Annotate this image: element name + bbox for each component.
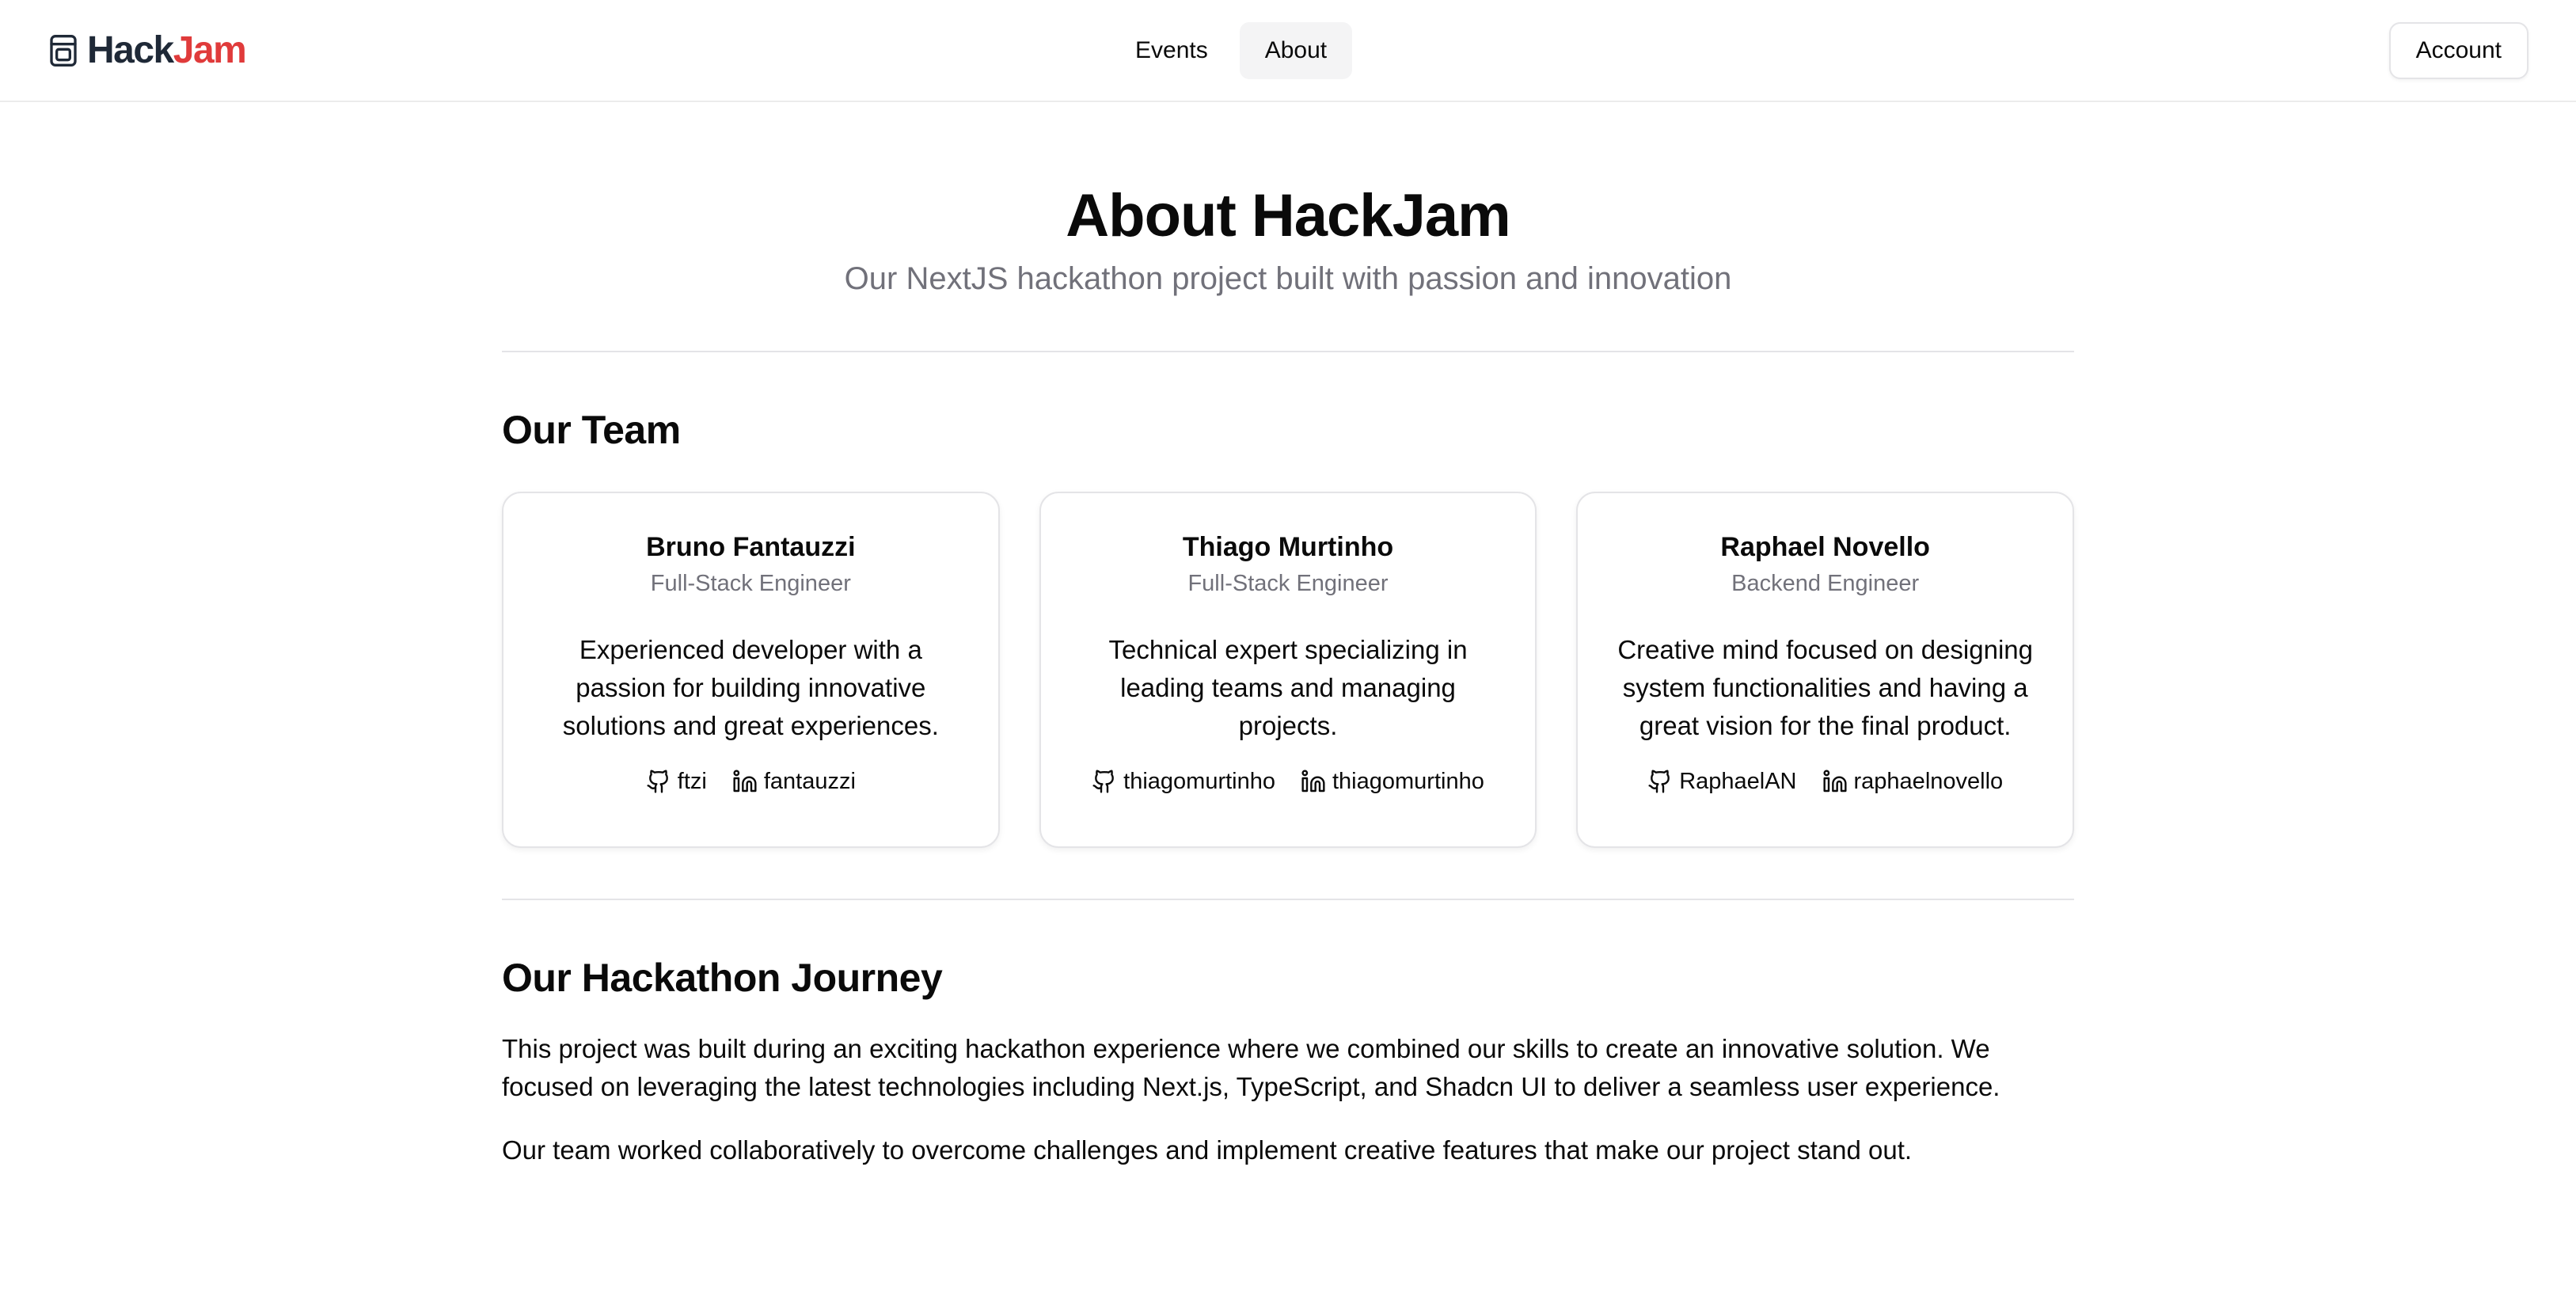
github-username: ftzi xyxy=(677,769,707,794)
member-name: Raphael Novello xyxy=(1720,532,1930,562)
main-nav: Events About xyxy=(1110,22,1353,79)
member-role: Backend Engineer xyxy=(1731,571,1920,596)
team-member-card: Raphael Novello Backend Engineer Creativ… xyxy=(1576,492,2075,848)
nav-item-about[interactable]: About xyxy=(1239,22,1353,79)
logo-text-hack: Hack xyxy=(87,29,174,71)
member-bio: Experienced developer with a passion for… xyxy=(562,635,939,740)
page-title: About HackJam xyxy=(1066,182,1510,249)
github-link[interactable]: RaphaelAN xyxy=(1647,766,1797,797)
team-cards: Bruno Fantauzzi Full-Stack Engineer Expe… xyxy=(502,492,2075,848)
journey-paragraph: This project was built during an excitin… xyxy=(502,1034,2000,1101)
member-links: ftzi fantauzzi xyxy=(535,766,967,797)
journey-paragraph: Our team worked collaboratively to overc… xyxy=(502,1135,1913,1165)
linkedin-username: raphaelnovello xyxy=(1853,769,2004,794)
team-member-card: Thiago Murtinho Full-Stack Engineer Tech… xyxy=(1039,492,1537,848)
logo-link[interactable]: HackJam xyxy=(47,25,247,76)
page-subtitle: Our NextJS hackathon project built with … xyxy=(844,261,1732,296)
journey-heading: Our Hackathon Journey xyxy=(502,956,943,1000)
linkedin-username: fantauzzi xyxy=(763,769,856,794)
nav-item-events[interactable]: Events xyxy=(1110,22,1233,79)
member-bio: Technical expert specializing in leading… xyxy=(1108,635,1468,740)
member-role: Full-Stack Engineer xyxy=(1187,571,1389,596)
github-icon xyxy=(1648,770,1670,793)
github-icon xyxy=(1092,770,1115,793)
github-link[interactable]: thiagomurtinho xyxy=(1092,766,1275,797)
section-divider xyxy=(502,899,2074,900)
member-name: Thiago Murtinho xyxy=(1182,532,1394,562)
member-bio: Creative mind focused on designing syste… xyxy=(1617,635,2033,740)
box-icon xyxy=(50,35,77,67)
team-member-card: Bruno Fantauzzi Full-Stack Engineer Expe… xyxy=(502,492,1000,848)
linkedin-link[interactable]: raphaelnovello xyxy=(1822,766,2004,797)
section-divider xyxy=(502,351,2074,352)
github-username: thiagomurtinho xyxy=(1123,769,1275,794)
member-role: Full-Stack Engineer xyxy=(650,571,851,596)
team-heading: Our Team xyxy=(502,408,681,452)
github-icon xyxy=(647,770,668,793)
linkedin-link[interactable]: fantauzzi xyxy=(732,766,856,797)
linkedin-link[interactable]: thiagomurtinho xyxy=(1301,766,1484,797)
linkedin-icon xyxy=(1822,770,1847,793)
linkedin-icon xyxy=(733,770,757,793)
logo-text-jam: Jam xyxy=(173,29,247,71)
member-links: RaphaelAN raphaelnovello xyxy=(1609,766,2041,797)
github-username: RaphaelAN xyxy=(1679,769,1797,794)
linkedin-username: thiagomurtinho xyxy=(1332,769,1484,794)
github-link[interactable]: ftzi xyxy=(646,766,707,797)
member-name: Bruno Fantauzzi xyxy=(646,532,856,562)
linkedin-icon xyxy=(1301,770,1325,793)
about-page: About HackJam Our NextJS hackathon proje… xyxy=(502,102,2075,1169)
logo-wordmark: HackJam xyxy=(87,25,247,76)
member-links: thiagomurtinho thiagomurtinho xyxy=(1073,766,1504,797)
account-button[interactable]: Account xyxy=(2388,22,2529,79)
site-header: HackJam Events About Account xyxy=(0,0,2576,102)
